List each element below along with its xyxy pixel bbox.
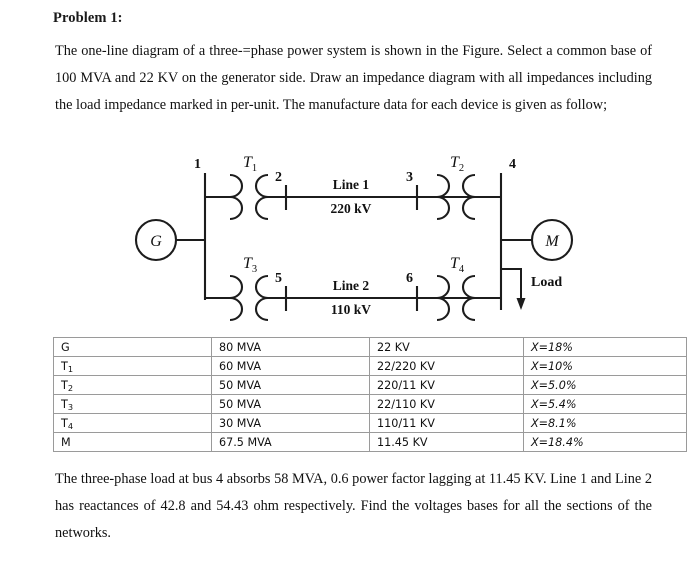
cell-kv: 22/220 KV <box>369 356 524 376</box>
cell-kv: 220/11 KV <box>369 375 524 395</box>
motor-label: M <box>544 233 560 250</box>
transformer-t1-label: T1 <box>243 154 257 174</box>
cell-reactance: X=5.4% <box>523 394 687 414</box>
cell-device: T2 <box>53 375 212 395</box>
device-name: T <box>61 416 68 430</box>
bus-4-label: 4 <box>509 157 516 172</box>
document-page: Problem 1: The one-line diagram of a thr… <box>0 0 700 567</box>
transformer-t3-label: T3 <box>243 255 257 275</box>
one-line-diagram: 1 2 3 4 5 6 T1 T2 T3 T4 G M Line 1 220 k… <box>120 145 600 330</box>
device-name: T <box>61 359 68 373</box>
device-name: T <box>61 397 68 411</box>
cell-reactance: X=5.0% <box>523 375 687 395</box>
cell-mva: 60 MVA <box>211 356 370 376</box>
line-1-voltage: 220 kV <box>331 201 372 216</box>
cell-reactance: X=18.4% <box>523 432 687 452</box>
device-name: T <box>61 378 68 392</box>
transformer-t4-label: T4 <box>450 255 465 275</box>
line-1-name: Line 1 <box>333 177 370 192</box>
table-row: M 67.5 MVA 11.45 KV X=18.4% <box>53 432 687 452</box>
transformer-t2-label: T2 <box>450 154 464 174</box>
load-arrow-icon <box>516 298 526 310</box>
bus-1-label: 1 <box>194 157 201 172</box>
device-data-table: G 80 MVA 22 KV X=18% T1 60 MVA 22/220 KV… <box>53 337 687 452</box>
cell-reactance: X=8.1% <box>523 413 687 433</box>
table-row: T3 50 MVA 22/110 KV X=5.4% <box>53 394 687 414</box>
device-name: G <box>61 340 70 354</box>
cell-reactance: X=18% <box>523 337 687 357</box>
intro-paragraph: The one-line diagram of a three-=phase p… <box>55 43 652 113</box>
line-2-name: Line 2 <box>333 278 370 293</box>
line-2-voltage: 110 kV <box>331 302 371 317</box>
cell-device: T3 <box>53 394 212 414</box>
cell-kv: 11.45 KV <box>369 432 524 452</box>
device-subscript: 1 <box>67 364 74 374</box>
device-subscript: 2 <box>67 383 74 393</box>
cell-device: T1 <box>53 356 212 376</box>
table-row: G 80 MVA 22 KV X=18% <box>53 337 687 357</box>
cell-device: M <box>53 432 212 452</box>
cell-device: G <box>53 337 212 357</box>
cell-reactance: X=10% <box>523 356 687 376</box>
cell-mva: 30 MVA <box>211 413 370 433</box>
outro-paragraph: The three-phase load at bus 4 absorbs 58… <box>55 471 652 541</box>
transformer-t1-symbol <box>229 173 269 221</box>
bus-3-label: 3 <box>406 170 413 185</box>
table-row: T2 50 MVA 220/11 KV X=5.0% <box>53 375 687 395</box>
device-subscript: 4 <box>67 421 74 431</box>
cell-mva: 67.5 MVA <box>211 432 370 452</box>
cell-mva: 80 MVA <box>211 337 370 357</box>
page-title: Problem 1: <box>53 10 123 26</box>
cell-mva: 50 MVA <box>211 375 370 395</box>
bus-5-label: 5 <box>275 271 282 286</box>
table-row: T1 60 MVA 22/220 KV X=10% <box>53 356 687 376</box>
device-name: M <box>61 435 71 449</box>
cell-device: T4 <box>53 413 212 433</box>
bus-2-label: 2 <box>275 170 282 185</box>
transformer-t3-symbol <box>229 274 269 322</box>
load-label: Load <box>531 275 562 290</box>
load-tap <box>501 268 522 301</box>
cell-kv: 22 KV <box>369 337 524 357</box>
bus-6-label: 6 <box>406 271 413 286</box>
cell-mva: 50 MVA <box>211 394 370 414</box>
cell-kv: 22/110 KV <box>369 394 524 414</box>
table-row: T4 30 MVA 110/11 KV X=8.1% <box>53 413 687 433</box>
generator-label: G <box>150 233 162 250</box>
device-subscript: 3 <box>67 402 74 412</box>
cell-kv: 110/11 KV <box>369 413 524 433</box>
device-data-table-body: G 80 MVA 22 KV X=18% T1 60 MVA 22/220 KV… <box>53 337 687 452</box>
